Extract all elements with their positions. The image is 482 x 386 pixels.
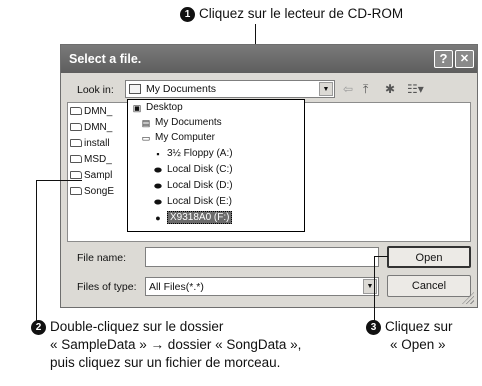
new-folder-icon[interactable]: ✱ <box>385 82 395 96</box>
documents-icon: ▤ <box>141 118 151 128</box>
desktop-icon: ▣ <box>132 103 142 113</box>
disk-icon: ⬬ <box>154 197 162 207</box>
view-menu-icon[interactable]: ☷▾ <box>407 82 424 96</box>
list-item[interactable]: install <box>70 138 110 149</box>
dialog-title: Select a file. <box>69 52 142 66</box>
files-of-type-select[interactable]: All Files(*.*) ▼ <box>145 277 379 296</box>
callout-2-line2: « SampleData » → dossier « SongData », <box>50 337 302 352</box>
step-number-2: 2 <box>31 320 46 335</box>
files-of-type-value: All Files(*.*) <box>149 281 204 293</box>
callout-3-line1: Cliquez sur <box>385 319 453 334</box>
step-number-3: 3 <box>366 320 381 335</box>
leader-line-3 <box>374 256 388 257</box>
folder-icon <box>70 187 82 195</box>
dropdown-item-cdrom[interactable]: ● X9318A0 (F:) <box>152 211 233 224</box>
list-item-songdata[interactable]: SongE <box>70 186 114 197</box>
folder-icon <box>70 139 82 147</box>
callout-3-line2: « Open » <box>390 337 446 352</box>
dropdown-item-disk-c[interactable]: ⬬ Local Disk (C:) <box>152 164 232 175</box>
dropdown-item-my-computer[interactable]: ▭ My Computer <box>140 132 215 143</box>
callout-2-line3: puis cliquez sur un fichier de morceau. <box>50 355 281 370</box>
folder-icon <box>70 107 82 115</box>
title-bar: Select a file. ? ✕ <box>61 45 477 73</box>
computer-icon: ▭ <box>141 133 151 143</box>
leader-line-2 <box>36 180 82 181</box>
dropdown-item-disk-d[interactable]: ⬬ Local Disk (D:) <box>152 180 232 191</box>
look-in-value: My Documents <box>146 83 217 95</box>
floppy-icon: ▪ <box>156 149 160 159</box>
chevron-down-icon[interactable]: ▼ <box>319 82 333 96</box>
open-button[interactable]: Open <box>387 246 471 268</box>
folder-icon <box>70 171 82 179</box>
select-file-dialog: Select a file. ? ✕ Look in: My Documents… <box>60 44 478 308</box>
files-of-type-label: Files of type: <box>77 281 137 293</box>
leader-line-2b <box>36 180 37 322</box>
dropdown-item-disk-e[interactable]: ⬬ Local Disk (E:) <box>152 196 232 207</box>
folder-icon <box>70 155 82 163</box>
disk-icon: ⬬ <box>154 181 162 191</box>
cdrom-icon: ● <box>155 213 161 223</box>
callout-3: 3 Cliquez sur « Open » <box>366 318 453 354</box>
folder-icon <box>70 123 82 131</box>
callout-1: 1 Cliquez sur le lecteur de CD-ROM <box>180 5 403 23</box>
dropdown-item-desktop[interactable]: ▣ Desktop <box>131 102 183 113</box>
look-in-label: Look in: <box>77 84 114 96</box>
file-name-label: File name: <box>77 252 127 264</box>
cancel-button[interactable]: Cancel <box>387 275 471 297</box>
callout-1-text: Cliquez sur le lecteur de CD-ROM <box>199 6 404 21</box>
help-button[interactable]: ? <box>434 50 453 68</box>
up-folder-icon[interactable]: ⤒ <box>363 82 368 97</box>
documents-icon <box>129 84 141 94</box>
step-number-1: 1 <box>180 7 195 22</box>
leader-line-3b <box>374 256 375 322</box>
back-icon[interactable]: ⇦ <box>343 82 353 96</box>
dropdown-item-floppy[interactable]: ▪ 3½ Floppy (A:) <box>152 148 232 159</box>
look-in-select[interactable]: My Documents ▼ <box>125 80 335 98</box>
disk-icon: ⬬ <box>154 165 162 175</box>
file-name-input[interactable] <box>145 247 379 267</box>
list-item[interactable]: DMN_ <box>70 106 112 117</box>
callout-2-line1: Double-cliquez sur le dossier <box>50 319 224 334</box>
close-button[interactable]: ✕ <box>455 50 474 68</box>
callout-2: 2 Double-cliquez sur le dossier « SampleD… <box>31 318 301 372</box>
list-item[interactable]: MSD_ <box>70 154 112 165</box>
dropdown-item-my-documents[interactable]: ▤ My Documents <box>140 117 222 128</box>
look-in-dropdown-list[interactable]: ▣ Desktop ▤ My Documents ▭ My Computer ▪ 3½ … <box>127 99 305 232</box>
list-item[interactable]: DMN_ <box>70 122 112 133</box>
